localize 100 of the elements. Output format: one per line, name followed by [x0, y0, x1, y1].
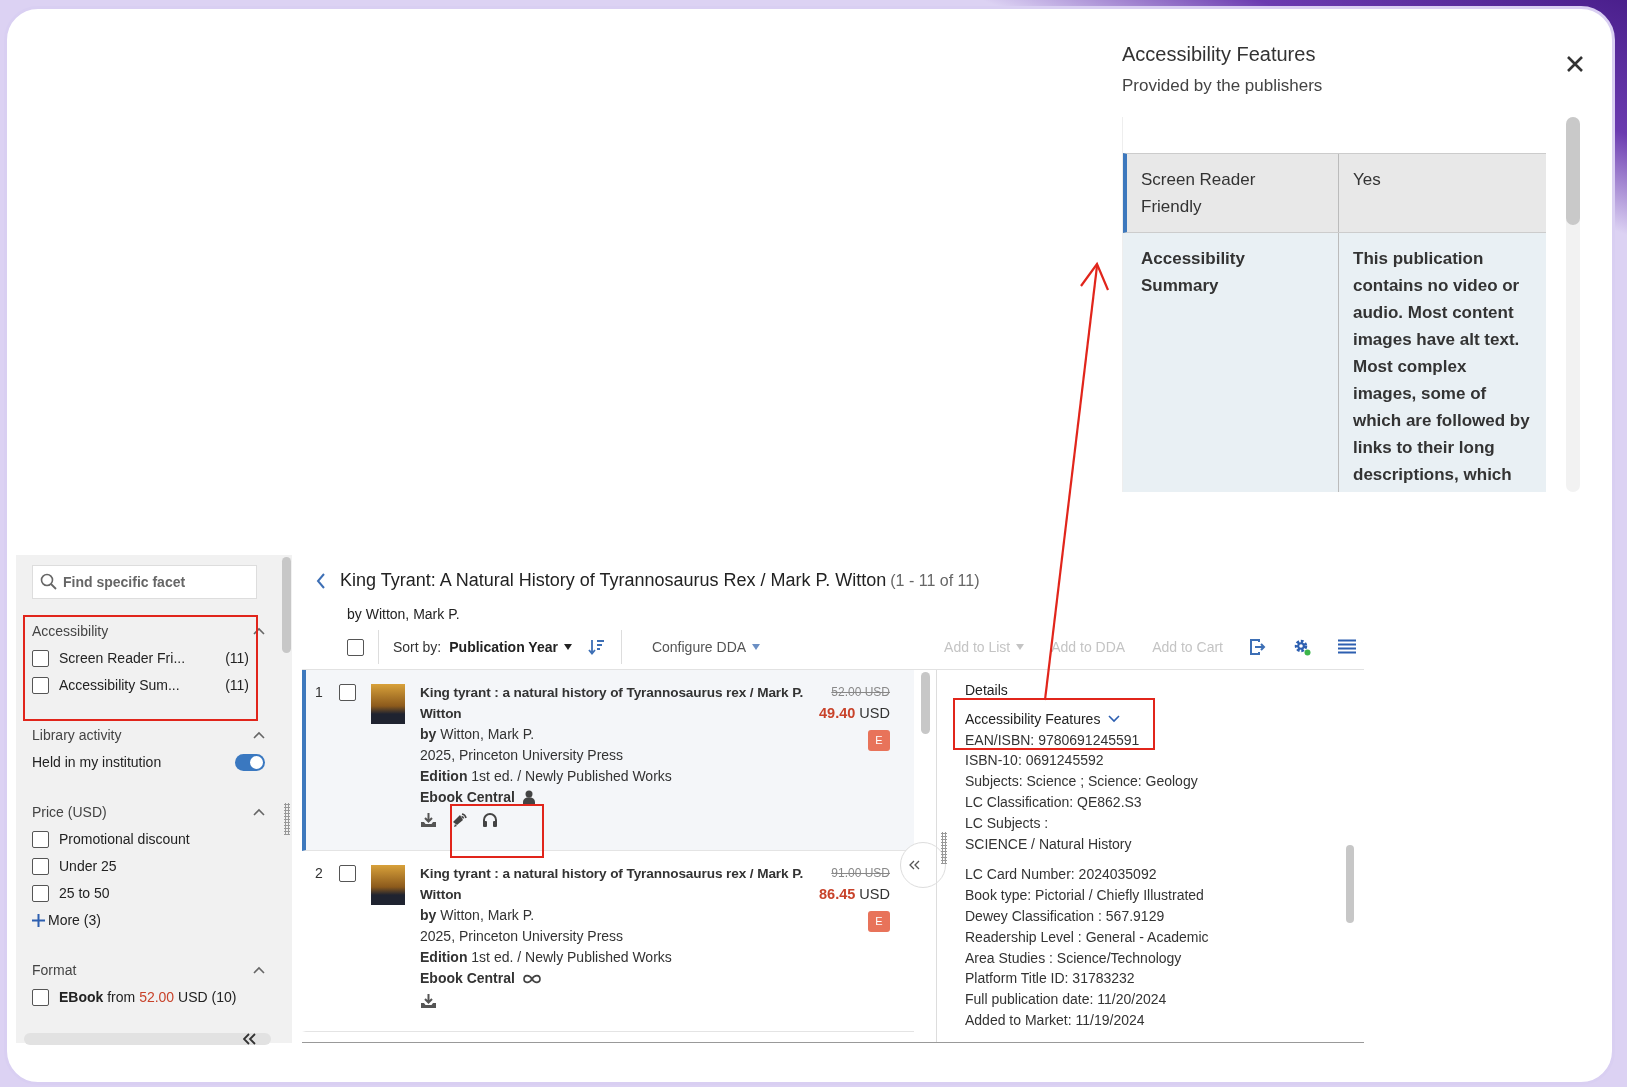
chevron-up-icon — [253, 966, 265, 974]
detail-line: Added to Market: 11/19/2024 — [965, 1010, 1146, 1030]
section-heading: Details — [965, 681, 1009, 700]
result-item[interactable]: 1 King tyrant : a natural history of Tyrannosaurus rex / Mark P. Witton by Witton, Mark P. 2025, Princeton University Press Edition 1st ed. / Newly Published Works Ebook Central 52.00 USD 49.40 USD E — [302, 670, 914, 851]
chevron-left-icon — [316, 572, 326, 589]
headphones-icon[interactable] — [482, 812, 498, 828]
collapse-toggle[interactable] — [253, 808, 265, 816]
option-label[interactable]: 25 to 50 — [59, 883, 110, 904]
publication-info: 2025, Princeton University Press — [420, 927, 625, 946]
configure-dda-dropdown[interactable]: Configure DDA — [651, 636, 761, 658]
detail-line: LC Classification: QE862.S3 — [965, 793, 1143, 812]
checkbox[interactable] — [32, 650, 49, 667]
value-cell-text: This publication contains no video or audio. Most content images have alt text. Most complex images, some of which are followed by links to their long descriptions, which — [1352, 247, 1531, 486]
chevron-up-icon — [253, 731, 265, 739]
checkbox[interactable] — [32, 989, 49, 1006]
scrollbar-thumb[interactable] — [1346, 845, 1354, 923]
close-icon — [1566, 55, 1584, 73]
option-label[interactable]: Under 25 — [59, 856, 117, 877]
result-range: (1 - 11 of 11) — [890, 571, 980, 591]
checkbox[interactable] — [32, 858, 49, 875]
platform-name: Ebook Central — [420, 788, 515, 807]
scrollbar-thumb[interactable] — [1566, 116, 1580, 225]
label-cell: Accessibility Summary — [1127, 232, 1339, 492]
option-count: (11) — [225, 649, 249, 668]
checkbox[interactable] — [339, 684, 356, 701]
download-icon[interactable] — [420, 812, 437, 828]
edition-text: Edition 1st ed. / Newly Published Works — [420, 948, 673, 967]
detail-line: Dewey Classification : 567.9129 — [965, 906, 1166, 926]
sort-dropdown[interactable]: Publication Year — [449, 636, 572, 658]
option-count: (11) — [225, 676, 249, 695]
author-text: by Witton, Mark P. — [420, 906, 536, 925]
table-row[interactable]: Screen Reader Friendly Yes — [1123, 152, 1546, 233]
detail-line: ISBN-10: 0691245592 — [965, 751, 1105, 771]
detail-line: Book type: Pictorial / Chiefly Illustrated — [965, 886, 1205, 906]
option-label[interactable]: Promotional discount — [59, 829, 190, 850]
table-row[interactable]: Accessibility Summary This publication contains no video or audio. Most content images have alt text. Most complex images, some of which are followed by links to their long descriptions, which — [1123, 232, 1546, 492]
author-text: by Witton, Mark P. — [420, 725, 536, 744]
double-chevron-left-icon — [243, 1033, 257, 1045]
sort-order-button[interactable] — [587, 639, 605, 655]
chevron-up-icon — [253, 627, 265, 635]
sort-label: Sort by: — [393, 637, 442, 657]
scrollbar-thumb[interactable] — [920, 672, 930, 734]
more-link[interactable]: More (3) — [32, 910, 101, 931]
detail-line: LC Card Number: 2024035092 — [965, 865, 1158, 885]
value-cell-text: Yes — [1352, 168, 1382, 191]
detail-line: Area Studies : Science/Technology — [965, 948, 1183, 968]
sale-price: 49.40 USD — [819, 704, 890, 723]
collapse-toggle[interactable] — [253, 731, 265, 739]
toolbar-action: Add to Cart — [1152, 636, 1223, 658]
option-label[interactable]: Accessibility Sum... — [59, 675, 180, 696]
double-chevron-left-icon — [909, 860, 920, 870]
export-icon — [1250, 639, 1266, 655]
author-line: by Witton, Mark P. — [346, 605, 461, 624]
detail-line: Platform Title ID: 31783232 — [965, 969, 1136, 989]
result-number: 1 — [315, 683, 324, 702]
back-button[interactable] — [316, 572, 326, 589]
close-button[interactable] — [1566, 55, 1584, 73]
select-all-checkbox[interactable] — [347, 638, 364, 656]
original-price: 91.00 USD — [831, 865, 890, 882]
grip-icon[interactable] — [283, 803, 290, 835]
detail-line: Subjects: Science ; Science: Geology — [965, 772, 1199, 792]
search-field[interactable]: Find specific facet — [32, 565, 257, 599]
download-icon[interactable] — [420, 993, 437, 1009]
checkbox[interactable] — [32, 831, 49, 848]
scrollbar-thumb[interactable] — [282, 557, 291, 653]
accessibility-features-toggle[interactable]: Accessibility Features — [965, 708, 1121, 730]
collapse-toggle[interactable] — [253, 966, 265, 974]
collapse-sidebar-button[interactable] — [243, 1033, 257, 1045]
checkbox[interactable] — [32, 677, 49, 694]
chevron-up-icon — [253, 808, 265, 816]
label-cell: Screen Reader Friendly — [1127, 153, 1339, 232]
detail-line: SCIENCE / Natural History — [965, 834, 1133, 854]
panel-title: Accessibility Features — [1122, 42, 1317, 67]
chevron-down-icon — [1108, 715, 1121, 724]
plus-icon — [32, 914, 45, 927]
publication-info: 2025, Princeton University Press — [420, 746, 625, 765]
collapse-button[interactable] — [900, 842, 946, 888]
settings-button[interactable] — [1293, 638, 1311, 656]
sale-price: 86.45 USD — [819, 885, 890, 904]
grip-icon[interactable] — [941, 832, 947, 864]
book-cover — [371, 865, 405, 905]
export-button[interactable] — [1250, 639, 1266, 655]
facet-title: Accessibility — [32, 621, 109, 641]
checkbox[interactable] — [339, 865, 356, 882]
toggle-switch[interactable] — [235, 754, 265, 771]
caret-icon — [752, 644, 761, 650]
checkbox[interactable] — [32, 885, 49, 902]
facet-title: Library activity — [32, 725, 122, 745]
book-cover — [371, 684, 405, 724]
panel-subtitle: Provided by the publishers — [1122, 75, 1323, 97]
toolbar-action: Add to List — [944, 636, 1025, 658]
option-label[interactable]: EBook from 52.00 USD (10) — [59, 987, 237, 1008]
person-icon — [522, 790, 535, 805]
sort-icon — [587, 639, 605, 655]
search-icon — [40, 573, 57, 590]
collapse-toggle[interactable] — [253, 627, 265, 635]
option-label[interactable]: Screen Reader Fri... — [59, 648, 186, 669]
detail-line: Full publication date: 11/20/2024 — [965, 990, 1168, 1010]
list-view-button[interactable] — [1338, 639, 1356, 655]
facet-title: Format — [32, 960, 77, 980]
